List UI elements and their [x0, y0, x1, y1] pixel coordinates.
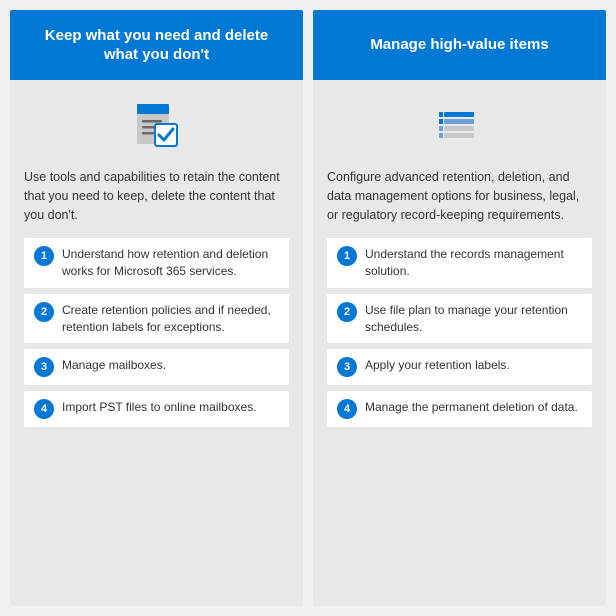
list-item: 1 Understand the records management solu…: [327, 238, 592, 288]
item-text-4: Manage the permanent deletion of data.: [365, 399, 582, 416]
item-text-2: Create retention policies and if needed,…: [62, 302, 279, 336]
list-item: 2 Use file plan to manage your retention…: [327, 294, 592, 344]
item-text-1: Understand how retention and deletion wo…: [62, 246, 279, 280]
badge-3: 3: [337, 357, 357, 377]
panel-manage-title: Manage high-value items: [370, 35, 548, 55]
list-item: 2 Create retention policies and if neede…: [24, 294, 289, 344]
badge-4: 4: [34, 399, 54, 419]
panel-manage-icon-area: [327, 96, 592, 156]
panel-manage-body: Configure advanced retention, deletion, …: [313, 80, 606, 606]
panel-keep-icon-area: [24, 96, 289, 156]
panel-manage-header: Manage high-value items: [313, 10, 606, 80]
badge-2: 2: [337, 302, 357, 322]
item-text-2: Use file plan to manage your retention s…: [365, 302, 582, 336]
main-container: Keep what you need and delete what you d…: [10, 10, 606, 606]
panel-keep-header: Keep what you need and delete what you d…: [10, 10, 303, 80]
item-text-3: Apply your retention labels.: [365, 357, 582, 374]
item-text-3: Manage mailboxes.: [62, 357, 279, 374]
list-item: 4 Import PST files to online mailboxes.: [24, 391, 289, 427]
item-text-4: Import PST files to online mailboxes.: [62, 399, 279, 416]
panel-keep-list: 1 Understand how retention and deletion …: [24, 238, 289, 427]
list-item: 3 Manage mailboxes.: [24, 349, 289, 385]
panel-keep: Keep what you need and delete what you d…: [10, 10, 303, 606]
panel-manage: Manage high-value items Configure: [313, 10, 606, 606]
badge-2: 2: [34, 302, 54, 322]
badge-3: 3: [34, 357, 54, 377]
panel-manage-description: Configure advanced retention, deletion, …: [327, 168, 592, 224]
list-item: 4 Manage the permanent deletion of data.: [327, 391, 592, 427]
panel-keep-body: Use tools and capabilities to retain the…: [10, 80, 303, 606]
item-text-1: Understand the records management soluti…: [365, 246, 582, 280]
panel-keep-description: Use tools and capabilities to retain the…: [24, 168, 289, 224]
list-item: 1 Understand how retention and deletion …: [24, 238, 289, 288]
panel-keep-title: Keep what you need and delete what you d…: [26, 26, 287, 65]
records-icon: [430, 96, 490, 156]
panel-manage-list: 1 Understand the records management solu…: [327, 238, 592, 427]
list-item: 3 Apply your retention labels.: [327, 349, 592, 385]
badge-1: 1: [34, 246, 54, 266]
badge-4: 4: [337, 399, 357, 419]
checklist-icon: [127, 96, 187, 156]
badge-1: 1: [337, 246, 357, 266]
